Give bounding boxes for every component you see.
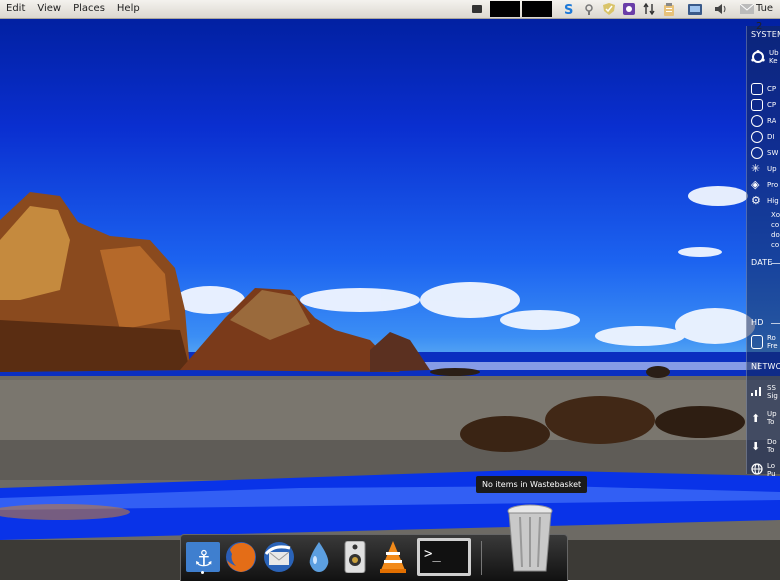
ram-icon — [751, 115, 763, 127]
menu-help[interactable]: Help — [111, 0, 146, 18]
dock-separator — [481, 541, 482, 575]
divider — [771, 263, 780, 264]
process-list: Xo co do co — [771, 210, 780, 250]
os-info-row: Ub Ke — [751, 46, 780, 68]
speaker-icon[interactable] — [337, 539, 373, 575]
download-icon: ⬇ — [751, 439, 761, 453]
process-line: co — [771, 221, 780, 229]
top-menu-bar: Edit View Places Help S Tue 2 — [0, 0, 780, 32]
signal-label: SS Sig — [767, 384, 778, 400]
clipboard-icon[interactable] — [662, 2, 676, 16]
ip-label: Lo Pu — [767, 462, 776, 478]
disk-label: DI — [767, 133, 775, 141]
ram-label: RA — [767, 117, 777, 125]
cpu-icon — [751, 99, 763, 111]
conky-system-monitor: SYSTEM Ub Ke CP CP RA DI SW ✳ Up ◈ Pro ⚙… — [746, 26, 780, 478]
ip-row: Lo Pu — [751, 460, 780, 480]
dock: ⚓ >_ — [180, 504, 568, 581]
terminal-icon[interactable]: >_ — [417, 538, 471, 576]
screen-icon[interactable] — [470, 2, 484, 16]
svg-text:>_: >_ — [424, 546, 441, 562]
process-line: do — [771, 231, 780, 239]
volume-icon[interactable] — [714, 2, 728, 16]
cpu1-row: CP — [751, 82, 780, 96]
os-info-text: Ub Ke — [769, 49, 779, 65]
globe-icon — [751, 463, 763, 477]
gear-icon: ⚙ — [751, 194, 761, 207]
disk-row: DI — [751, 130, 780, 144]
redacted-area — [490, 1, 520, 17]
wastebasket-tooltip: No items in Wastebasket — [476, 476, 588, 493]
uptime-row: ✳ Up — [751, 162, 780, 176]
clock[interactable]: Tue 2 — [756, 0, 780, 36]
svg-text:⚓: ⚓ — [194, 547, 214, 572]
display-icon[interactable] — [688, 2, 702, 16]
uptime-label: Up — [767, 165, 777, 173]
transfer-icon[interactable] — [642, 2, 656, 16]
harddisk-icon — [751, 335, 763, 349]
highest-label: Hig — [767, 197, 779, 205]
date-header: DATE — [751, 258, 773, 267]
uptime-icon: ✳ — [751, 162, 761, 175]
hd-free: Fre — [767, 342, 778, 350]
svg-text:S: S — [564, 3, 573, 16]
highest-row: ⚙ Hig — [751, 194, 780, 208]
menu-places[interactable]: Places — [67, 0, 111, 18]
cpu2-label: CP — [767, 101, 777, 109]
process-line: Xo — [771, 211, 780, 219]
vlc-icon[interactable] — [375, 539, 411, 575]
ram-row: RA — [751, 114, 780, 128]
system-monitor-icon[interactable] — [622, 2, 636, 16]
processes-row: ◈ Pro — [751, 178, 780, 192]
cpu2-row: CP — [751, 98, 780, 112]
redacted-area — [522, 1, 552, 17]
processes-label: Pro — [767, 181, 779, 189]
cpu-icon — [751, 83, 763, 95]
desktop-wallpaper — [0, 0, 780, 580]
network-icon[interactable] — [582, 2, 596, 16]
menu-edit[interactable]: Edit — [0, 0, 31, 18]
network-header: NETWOR — [751, 362, 780, 371]
processes-icon: ◈ — [751, 178, 760, 191]
hd-labels: Ro Fre — [767, 334, 778, 350]
shield-icon[interactable] — [602, 2, 616, 16]
divider — [771, 323, 780, 324]
skype-icon[interactable]: S — [562, 2, 576, 16]
firefox-icon[interactable] — [223, 539, 259, 575]
upload-icon: ⬆ — [751, 411, 761, 425]
ubuntu-icon — [751, 50, 765, 64]
swap-label: SW — [767, 149, 779, 157]
hd-row: Ro Fre — [751, 332, 780, 352]
beach-landscape — [0, 186, 780, 580]
hd-header: HD — [751, 318, 764, 327]
mail-icon[interactable] — [740, 2, 754, 16]
swap-row: SW — [751, 146, 780, 160]
signal-row: SS Sig — [751, 382, 780, 402]
download-row: ⬇ Do To — [751, 436, 780, 456]
process-line: co — [771, 241, 780, 249]
anchor-icon[interactable]: ⚓ — [185, 539, 221, 575]
thunderbird-icon[interactable] — [261, 539, 297, 575]
signal-icon — [751, 386, 763, 398]
disk-icon — [751, 131, 763, 143]
menu-view[interactable]: View — [31, 0, 67, 18]
running-indicator — [201, 571, 204, 574]
swap-icon — [751, 147, 763, 159]
trash-icon[interactable] — [505, 503, 555, 575]
hd-root: Ro — [767, 334, 776, 342]
download-label: Do To — [767, 438, 777, 454]
cpu1-label: CP — [767, 85, 777, 93]
system-tray: S — [470, 0, 760, 18]
droplet-icon[interactable] — [301, 539, 337, 575]
upload-label: Up To — [767, 410, 777, 426]
upload-row: ⬆ Up To — [751, 408, 780, 428]
